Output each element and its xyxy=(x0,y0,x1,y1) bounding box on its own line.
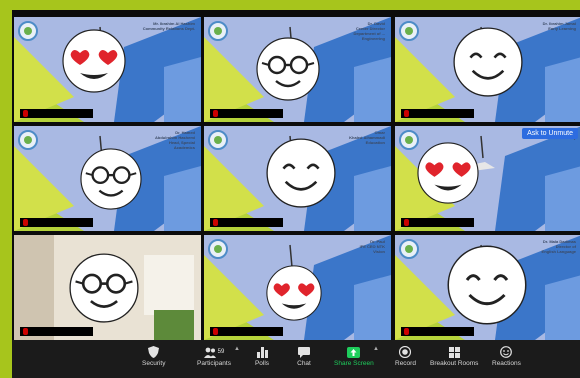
muted-mic-icon xyxy=(404,219,409,226)
muted-mic-icon xyxy=(23,110,28,117)
participant-name xyxy=(220,328,280,335)
participant-tile[interactable]: Omar Khaled Alhammadi Education xyxy=(204,126,391,231)
participant-name xyxy=(411,110,471,117)
slide-caption: Mr. Ibrahim Al Hashim Community Relation… xyxy=(142,21,195,31)
participant-tile[interactable]: Dr. Mala Dadimas Director of English Lan… xyxy=(395,235,580,340)
muted-mic-icon xyxy=(23,328,28,335)
participant-tile[interactable]: Dr. Ibrahim Jamal Early Learning xyxy=(395,17,580,122)
share-screen-caret-icon[interactable]: ▲ xyxy=(373,346,379,352)
glasses-emoji-icon xyxy=(69,253,139,328)
share-screen-label: Share Screen xyxy=(334,360,374,367)
participant-name-bar xyxy=(401,327,474,336)
participant-name-bar xyxy=(20,327,93,336)
breakout-rooms-label: Breakout Rooms xyxy=(430,360,479,367)
heart-eyes-emoji-icon xyxy=(62,29,126,98)
smile-emoji-icon xyxy=(266,138,336,213)
participant-count: 59 xyxy=(217,349,225,355)
participant-name xyxy=(30,328,90,335)
muted-mic-icon xyxy=(213,219,218,226)
slide-caption: Dr. Paul IFE CEO NTK Vision xyxy=(359,239,385,254)
participant-name-bar xyxy=(210,327,283,336)
polls-icon xyxy=(254,344,270,360)
ask-to-unmute-button[interactable]: Ask to Unmute xyxy=(522,128,578,139)
meeting-toolbar: Security 59 Participants ▲ Polls Chat Sh… xyxy=(12,340,580,378)
muted-mic-icon xyxy=(213,328,218,335)
participant-tile[interactable]: Dr. David Center Director Department of … xyxy=(204,17,391,122)
participant-name-bar xyxy=(401,218,474,227)
reactions-label: Reactions xyxy=(492,360,521,367)
slide-caption: Dr. David Center Director Department of … xyxy=(353,21,385,41)
participant-name xyxy=(30,219,90,226)
chat-button[interactable]: Chat xyxy=(296,344,312,367)
record-button[interactable]: Record xyxy=(395,344,416,367)
slide-caption: Dr. Hamed Abdulrahim Hashemi Head, Speci… xyxy=(154,130,195,150)
participant-name xyxy=(220,110,280,117)
participant-name-bar xyxy=(210,109,283,118)
participants-caret-icon[interactable]: ▲ xyxy=(234,346,240,352)
slide-caption: Omar Khaled Alhammadi Education xyxy=(349,130,385,145)
muted-mic-icon xyxy=(213,110,218,117)
glasses-emoji-icon xyxy=(256,37,320,106)
participants-label: Participants xyxy=(197,360,231,367)
meeting-window: Mr. Ibrahim Al Hashim Community Relation… xyxy=(12,10,580,378)
chat-label: Chat xyxy=(297,360,311,367)
reactions-icon xyxy=(498,344,514,360)
record-icon xyxy=(397,344,413,360)
breakout-rooms-button[interactable]: Breakout Rooms xyxy=(430,344,478,367)
participant-name xyxy=(411,219,471,226)
security-label: Security xyxy=(142,360,166,367)
polls-label: Polls xyxy=(254,360,270,367)
record-label: Record xyxy=(395,360,416,367)
video-grid: Mr. Ibrahim Al Hashim Community Relation… xyxy=(12,10,580,340)
participant-name-bar xyxy=(210,218,283,227)
participant-name-bar xyxy=(20,218,93,227)
participant-name xyxy=(30,110,90,117)
share-screen-button[interactable]: Share Screen xyxy=(334,344,374,367)
muted-mic-icon xyxy=(404,110,409,117)
muted-mic-icon xyxy=(23,219,28,226)
participant-name xyxy=(411,328,471,335)
shield-icon xyxy=(146,344,162,360)
participant-name xyxy=(220,219,280,226)
chat-icon xyxy=(296,344,312,360)
smile-emoji-icon xyxy=(447,245,527,330)
participant-tile[interactable] xyxy=(14,235,201,340)
heart-eyes-emoji-icon xyxy=(266,265,322,326)
slide-caption: Dr. Mala Dadimas Director of English Lan… xyxy=(541,239,576,254)
glasses-emoji-icon xyxy=(80,148,142,215)
polls-button[interactable]: Polls xyxy=(254,344,270,367)
participant-name-bar xyxy=(20,109,93,118)
participant-tile[interactable]: Mr. Ibrahim Al Hashim Community Relation… xyxy=(14,17,201,122)
participants-icon: 59 xyxy=(200,344,228,360)
participant-tile[interactable]: Dr. Hamed Abdulrahim Hashemi Head, Speci… xyxy=(14,126,201,231)
security-button[interactable]: Security xyxy=(142,344,165,367)
slide-caption: Dr. Ibrahim Jamal Early Learning xyxy=(542,21,576,31)
breakout-rooms-icon xyxy=(446,344,462,360)
participant-tile[interactable]: Dr. Henna ConsultancyAsk to Unmute xyxy=(395,126,580,231)
muted-mic-icon xyxy=(404,328,409,335)
smile-emoji-icon xyxy=(453,27,523,102)
participants-button[interactable]: 59 Participants xyxy=(197,344,231,367)
share-screen-icon xyxy=(346,344,362,360)
reactions-button[interactable]: Reactions xyxy=(492,344,521,367)
participant-tile[interactable]: Dr. Paul IFE CEO NTK Vision xyxy=(204,235,391,340)
participant-name-bar xyxy=(401,109,474,118)
heart-eyes-emoji-icon xyxy=(417,142,479,209)
